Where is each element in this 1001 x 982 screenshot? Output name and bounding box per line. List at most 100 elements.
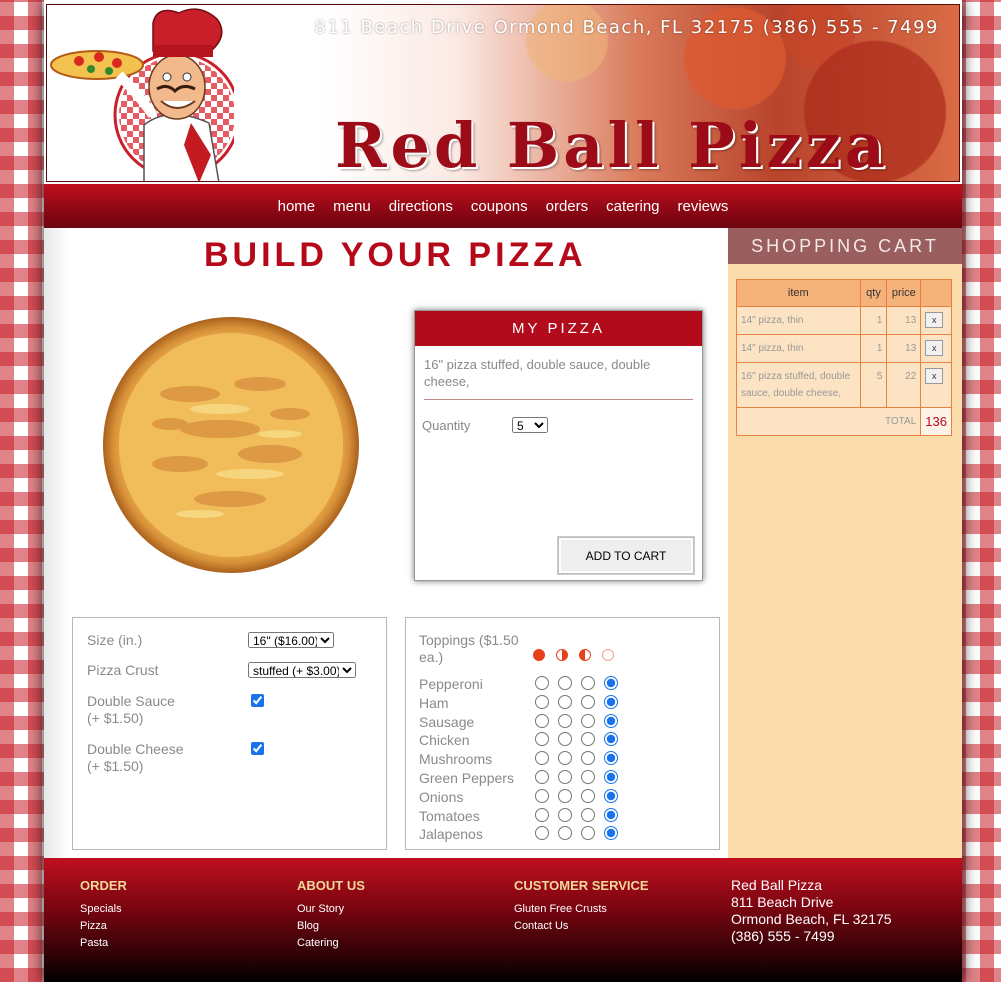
topping-left-half-radio[interactable] — [558, 788, 572, 803]
footer-business-name: Red Ball Pizza — [731, 877, 823, 893]
topping-right-half-radio[interactable] — [581, 694, 595, 709]
table-row: 14" pizza, thin 1 13 x — [736, 306, 952, 335]
builder-area: BUILD YOUR PIZZA MY PIZZA 16" pizza stuf… — [44, 228, 728, 858]
footer-link-our-story[interactable]: Our Story — [297, 901, 365, 918]
topping-left-half-radio[interactable] — [558, 826, 572, 841]
double-cheese-text: Double Cheese — [87, 741, 184, 757]
footer-address: Red Ball Pizza 811 Beach Drive Ormond Be… — [731, 877, 892, 945]
footer-link-contact-us[interactable]: Contact Us — [514, 918, 649, 935]
topping-label: Sausage — [419, 713, 475, 730]
topping-left-half-radio[interactable] — [558, 807, 572, 822]
topping-none-radio[interactable] — [604, 713, 618, 728]
topping-coverage-legend — [533, 649, 614, 661]
topping-left-half-radio[interactable] — [558, 732, 572, 747]
remove-item-button[interactable]: x — [925, 368, 944, 384]
size-control: 16" ($16.00) — [248, 632, 334, 650]
topping-coverage-options — [535, 694, 618, 709]
topping-left-half-radio[interactable] — [558, 676, 572, 690]
chef-logo-icon — [50, 8, 234, 181]
topping-row: Green Peppers — [419, 770, 719, 788]
page-container: 811 Beach Drive Ormond Beach, FL 32175 (… — [44, 0, 962, 982]
cart-title: SHOPPING CART — [728, 228, 962, 264]
crust-select[interactable]: stuffed (+ $3.00) — [248, 662, 356, 678]
topping-left-half-radio[interactable] — [558, 770, 572, 784]
nav-home[interactable]: home — [278, 198, 316, 215]
topping-left-half-radio[interactable] — [558, 713, 572, 728]
remove-item-button[interactable]: x — [925, 340, 944, 356]
size-select[interactable]: 16" ($16.00) — [248, 632, 334, 648]
cart-item-price: 22 — [886, 362, 922, 408]
topping-row: Ham — [419, 694, 719, 713]
topping-whole-radio[interactable] — [535, 751, 549, 766]
double-sauce-checkbox[interactable] — [251, 694, 264, 707]
topping-whole-radio[interactable] — [535, 826, 549, 841]
footer-service-column: CUSTOMER SERVICE Gluten Free Crusts Cont… — [514, 878, 649, 935]
nav-menu[interactable]: menu — [333, 198, 371, 215]
topping-left-half-radio[interactable] — [558, 751, 572, 766]
cart-col-price: price — [886, 279, 922, 307]
topping-none-radio[interactable] — [604, 826, 618, 841]
topping-coverage-options — [535, 732, 618, 747]
topping-right-half-radio[interactable] — [581, 751, 595, 766]
topping-whole-radio[interactable] — [535, 732, 549, 747]
topping-right-half-radio[interactable] — [581, 788, 595, 803]
footer-link-pizza[interactable]: Pizza — [80, 918, 127, 935]
topping-row: Chicken — [419, 732, 719, 750]
nav-orders[interactable]: orders — [546, 198, 589, 215]
quantity-label: Quantity — [422, 417, 471, 433]
my-pizza-heading: MY PIZZA — [415, 311, 702, 346]
cart-total-label: TOTAL — [735, 407, 922, 436]
quantity-select[interactable]: 5 — [512, 417, 548, 433]
topping-left-half-radio[interactable] — [558, 694, 572, 709]
footer-link-catering[interactable]: Catering — [297, 935, 365, 952]
my-pizza-panel: MY PIZZA 16" pizza stuffed, double sauce… — [414, 310, 703, 581]
topping-row: Jalapenos — [419, 826, 719, 844]
topping-none-radio[interactable] — [604, 751, 618, 766]
topping-label: Tomatoes — [419, 807, 480, 824]
footer-link-gluten-free[interactable]: Gluten Free Crusts — [514, 901, 649, 918]
double-cheese-label: Double Cheese (+ $1.50) — [87, 741, 184, 775]
footer-city: Ormond Beach, FL 32175 — [731, 911, 892, 927]
topping-none-radio[interactable] — [604, 788, 618, 803]
double-cheese-checkbox[interactable] — [251, 742, 264, 755]
topping-right-half-radio[interactable] — [581, 807, 595, 822]
add-to-cart-button[interactable]: ADD TO CART — [558, 537, 694, 574]
footer-about-column: ABOUT US Our Story Blog Catering — [297, 878, 365, 952]
topping-none-radio[interactable] — [604, 676, 618, 690]
cart-col-remove — [920, 279, 952, 307]
cart-item-remove-cell: x — [920, 306, 952, 335]
topping-right-half-radio[interactable] — [581, 826, 595, 841]
nav-catering[interactable]: catering — [606, 198, 659, 215]
remove-item-button[interactable]: x — [925, 312, 944, 328]
main-nav: home menu directions coupons orders cate… — [44, 184, 962, 228]
topping-whole-radio[interactable] — [535, 807, 549, 822]
nav-coupons[interactable]: coupons — [471, 198, 528, 215]
topping-none-radio[interactable] — [604, 732, 618, 747]
topping-whole-radio[interactable] — [535, 788, 549, 803]
topping-coverage-options — [535, 676, 618, 690]
footer-link-blog[interactable]: Blog — [297, 918, 365, 935]
topping-coverage-options — [535, 770, 618, 784]
topping-right-half-radio[interactable] — [581, 676, 595, 690]
pizza-preview-image — [103, 317, 359, 573]
size-label: Size (in.) — [87, 632, 143, 648]
topping-none-radio[interactable] — [604, 694, 618, 709]
cart-col-qty: qty — [859, 279, 888, 307]
topping-right-half-radio[interactable] — [581, 732, 595, 747]
topping-whole-radio[interactable] — [535, 676, 549, 690]
topping-none-radio[interactable] — [604, 770, 618, 784]
topping-whole-radio[interactable] — [535, 713, 549, 728]
topping-right-half-radio[interactable] — [581, 770, 595, 784]
brand-title: Red Ball Pizza — [335, 109, 889, 182]
footer-street: 811 Beach Drive — [731, 894, 834, 910]
nav-directions[interactable]: directions — [389, 198, 453, 215]
topping-whole-radio[interactable] — [535, 694, 549, 709]
topping-coverage-options — [535, 713, 618, 728]
footer-link-pasta[interactable]: Pasta — [80, 935, 127, 952]
topping-none-radio[interactable] — [604, 807, 618, 822]
topping-label: Jalapenos — [419, 826, 483, 843]
footer-link-specials[interactable]: Specials — [80, 901, 127, 918]
topping-whole-radio[interactable] — [535, 770, 549, 784]
topping-right-half-radio[interactable] — [581, 713, 595, 728]
nav-reviews[interactable]: reviews — [678, 198, 729, 215]
